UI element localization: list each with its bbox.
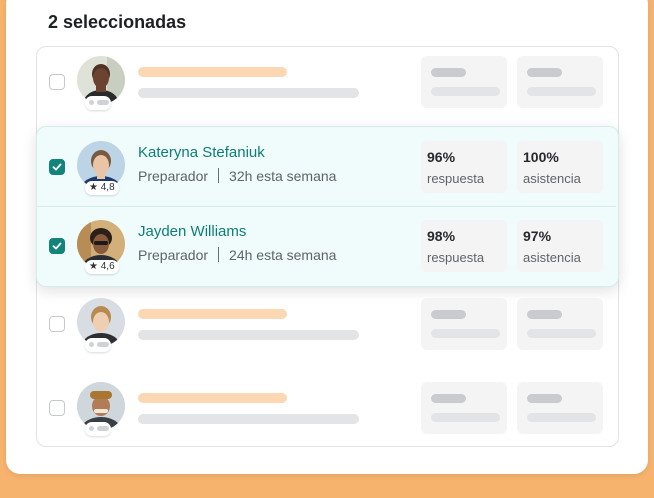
- row-checkbox[interactable]: [49, 238, 65, 254]
- name-placeholder: [138, 393, 287, 403]
- star-icon: ★: [89, 261, 98, 272]
- row-checkbox[interactable]: [49, 74, 65, 90]
- row-checkbox[interactable]: [49, 316, 65, 332]
- row-checkbox[interactable]: [49, 400, 65, 416]
- worker-hours: 32h esta semana: [229, 168, 337, 184]
- separator: [218, 168, 220, 183]
- stat-label: respuesta: [427, 250, 485, 265]
- stat-response: 96% respuesta: [421, 141, 507, 193]
- name-placeholder: [138, 309, 287, 319]
- worker-hours: 24h esta semana: [229, 247, 337, 263]
- rating-value: 4,8: [100, 182, 115, 193]
- stat-attendance: 100% asistencia: [517, 141, 603, 193]
- row-checkbox[interactable]: [49, 159, 65, 175]
- rating-placeholder: [85, 422, 111, 436]
- rating-badge: ★ 4,8: [85, 181, 119, 195]
- stat-value: 96%: [427, 149, 456, 165]
- rating-placeholder: [85, 96, 111, 110]
- list-item[interactable]: [0, 42, 654, 122]
- worker-role: Preparador: [138, 247, 209, 263]
- stat-value: 97%: [523, 228, 552, 244]
- stat-label: asistencia: [523, 250, 581, 265]
- worker-details: Preparador 24h esta semana: [138, 247, 336, 263]
- worker-name[interactable]: Jayden Williams: [138, 223, 246, 240]
- stat-label: asistencia: [523, 171, 581, 186]
- list-item-selected[interactable]: ★ 4,8 Kateryna Stefaniuk Preparador 32h e…: [0, 127, 654, 207]
- stat-placeholder: [517, 298, 603, 350]
- name-placeholder: [138, 67, 287, 77]
- stat-placeholder: [517, 56, 603, 108]
- stat-label: respuesta: [427, 171, 485, 186]
- stat-value: 98%: [427, 228, 456, 244]
- stat-placeholder: [421, 382, 507, 434]
- rating-badge: ★ 4,6: [85, 260, 119, 274]
- worker-name[interactable]: Kateryna Stefaniuk: [138, 144, 265, 161]
- rating-value: 4,6: [100, 261, 115, 272]
- list-item-selected[interactable]: ★ 4,6 Jayden Williams Preparador 24h esta…: [0, 206, 654, 286]
- details-placeholder: [138, 330, 359, 340]
- stat-placeholder: [517, 382, 603, 434]
- page-title: 2 seleccionadas: [48, 12, 187, 32]
- worker-details: Preparador 32h esta semana: [138, 168, 336, 184]
- worker-role: Preparador: [138, 168, 209, 184]
- star-icon: ★: [89, 182, 98, 193]
- stat-attendance: 97% asistencia: [517, 220, 603, 272]
- stat-placeholder: [421, 56, 507, 108]
- check-icon: [52, 242, 62, 250]
- list-item[interactable]: [0, 284, 654, 364]
- stat-response: 98% respuesta: [421, 220, 507, 272]
- separator: [218, 247, 220, 262]
- stat-value: 100%: [523, 149, 559, 165]
- details-placeholder: [138, 414, 359, 424]
- list-item[interactable]: [0, 368, 654, 448]
- stat-placeholder: [421, 298, 507, 350]
- check-icon: [52, 163, 62, 171]
- rating-placeholder: [85, 338, 111, 352]
- details-placeholder: [138, 88, 359, 98]
